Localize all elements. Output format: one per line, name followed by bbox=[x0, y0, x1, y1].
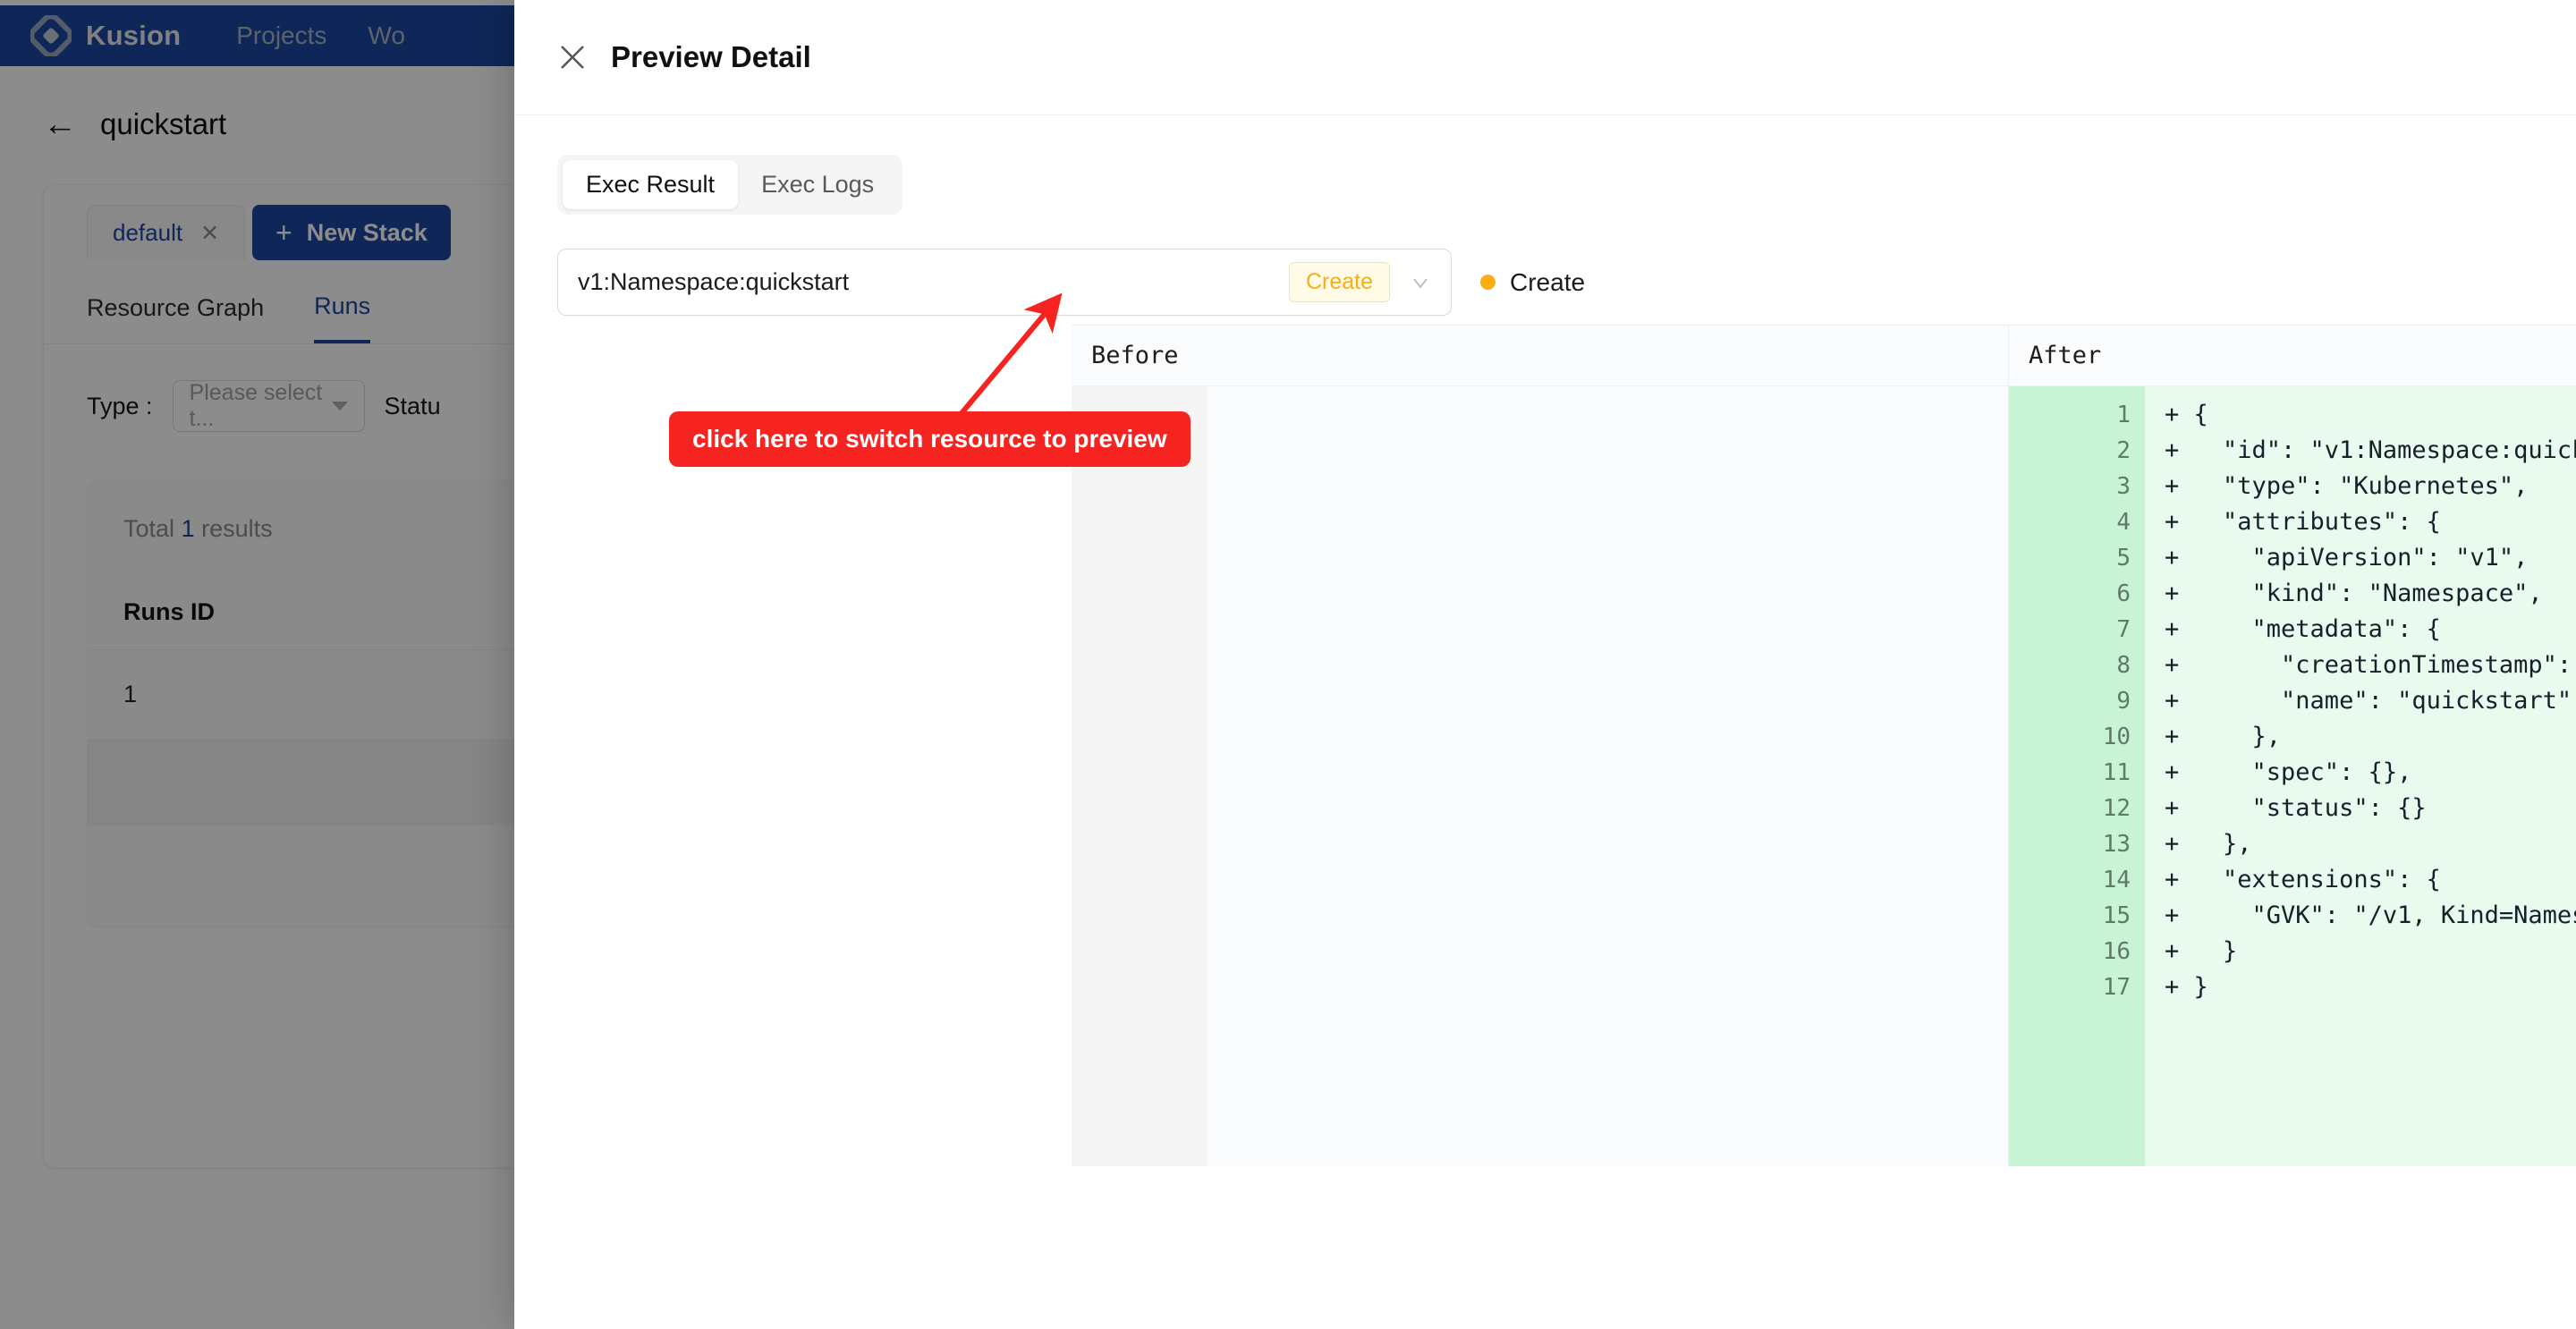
diff-line-number: 13 bbox=[2009, 826, 2131, 862]
diff-line-number: 3 bbox=[2009, 469, 2131, 504]
exec-tabs: Exec Result Exec Logs bbox=[557, 155, 902, 215]
diff-line-number: 17 bbox=[2009, 969, 2131, 1005]
screen-root: Kusion Projects Wo ← quickstart default … bbox=[0, 0, 2576, 1329]
diff-before-code bbox=[1208, 386, 2008, 1166]
diff-line-number: 12 bbox=[2009, 791, 2131, 826]
diff-after-gutter: 1234567891011121314151617 bbox=[2009, 386, 2145, 1166]
chevron-down-icon[interactable] bbox=[1410, 272, 1431, 293]
diff-before-header: Before bbox=[1072, 326, 2009, 385]
diff-header-row: Before After bbox=[1072, 326, 2576, 386]
diff-line-number: 2 bbox=[2009, 433, 2131, 469]
diff-line-number: 6 bbox=[2009, 576, 2131, 612]
diff-line-content: + }, bbox=[2145, 719, 2576, 755]
diff-line-content: + "GVK": "/v1, Kind=Namespace" bbox=[2145, 898, 2576, 934]
status-badge: Create bbox=[1289, 262, 1390, 302]
diff-before-pane[interactable] bbox=[1072, 386, 2009, 1166]
diff-line-content: + "kind": "Namespace", bbox=[2145, 576, 2576, 612]
diff-line-content: + { bbox=[2145, 397, 2576, 433]
diff-line-content: + "spec": {}, bbox=[2145, 755, 2576, 791]
diff-line-number: 7 bbox=[2009, 612, 2131, 648]
resource-select-row: v1:Namespace:quickstart Create Create bbox=[557, 249, 2533, 316]
diff-line-number: 10 bbox=[2009, 719, 2131, 755]
diff-line-content: + "type": "Kubernetes", bbox=[2145, 469, 2576, 504]
diff-line-number: 9 bbox=[2009, 683, 2131, 719]
diff-line-content: + "extensions": { bbox=[2145, 862, 2576, 898]
diff-line-content: + "apiVersion": "v1", bbox=[2145, 540, 2576, 576]
preview-detail-drawer: Preview Detail Exec Result Exec Logs v1:… bbox=[514, 0, 2576, 1329]
drawer-title: Preview Detail bbox=[611, 40, 811, 74]
diff-line-number: 11 bbox=[2009, 755, 2131, 791]
diff-line-content: + }, bbox=[2145, 826, 2576, 862]
annotation-callout: click here to switch resource to preview bbox=[669, 411, 1191, 467]
diff-line-number: 5 bbox=[2009, 540, 2131, 576]
diff-line-content: + } bbox=[2145, 969, 2576, 1005]
diff-line-number: 15 bbox=[2009, 898, 2131, 934]
diff-after-code: + {+ "id": "v1:Namespace:quickstart",+ "… bbox=[2145, 386, 2576, 1166]
diff-line-content: + "status": {} bbox=[2145, 791, 2576, 826]
diff-line-number: 8 bbox=[2009, 648, 2131, 683]
tab-exec-result[interactable]: Exec Result bbox=[563, 160, 738, 209]
drawer-body: Exec Result Exec Logs v1:Namespace:quick… bbox=[514, 115, 2576, 316]
diff-before-gutter bbox=[1072, 386, 1208, 1166]
diff-viewer: Before After 1234567891011121314151617 +… bbox=[1072, 325, 2576, 1165]
drawer-header: Preview Detail bbox=[514, 0, 2576, 115]
diff-line-content: + "id": "v1:Namespace:quickstart", bbox=[2145, 433, 2576, 469]
tab-exec-logs[interactable]: Exec Logs bbox=[738, 160, 897, 209]
diff-line-content: + "creationTimestamp": null, bbox=[2145, 648, 2576, 683]
diff-line-number: 4 bbox=[2009, 504, 2131, 540]
operation-status-label: Create bbox=[1510, 268, 1585, 297]
operation-status: Create bbox=[1480, 268, 1585, 297]
diff-line-number: 1 bbox=[2009, 397, 2131, 433]
close-icon[interactable] bbox=[557, 42, 588, 72]
diff-line-content: + "name": "quickstart" bbox=[2145, 683, 2576, 719]
diff-line-number: 14 bbox=[2009, 862, 2131, 898]
diff-columns: 1234567891011121314151617 + {+ "id": "v1… bbox=[1072, 386, 2576, 1166]
resource-select-value: v1:Namespace:quickstart bbox=[578, 268, 1289, 296]
diff-line-content: + } bbox=[2145, 934, 2576, 969]
diff-after-pane[interactable]: 1234567891011121314151617 + {+ "id": "v1… bbox=[2009, 386, 2576, 1166]
diff-line-content: + "attributes": { bbox=[2145, 504, 2576, 540]
diff-line-content: + "metadata": { bbox=[2145, 612, 2576, 648]
status-dot-icon bbox=[1480, 275, 1496, 290]
diff-after-header: After bbox=[2009, 326, 2576, 385]
diff-line-number: 16 bbox=[2009, 934, 2131, 969]
